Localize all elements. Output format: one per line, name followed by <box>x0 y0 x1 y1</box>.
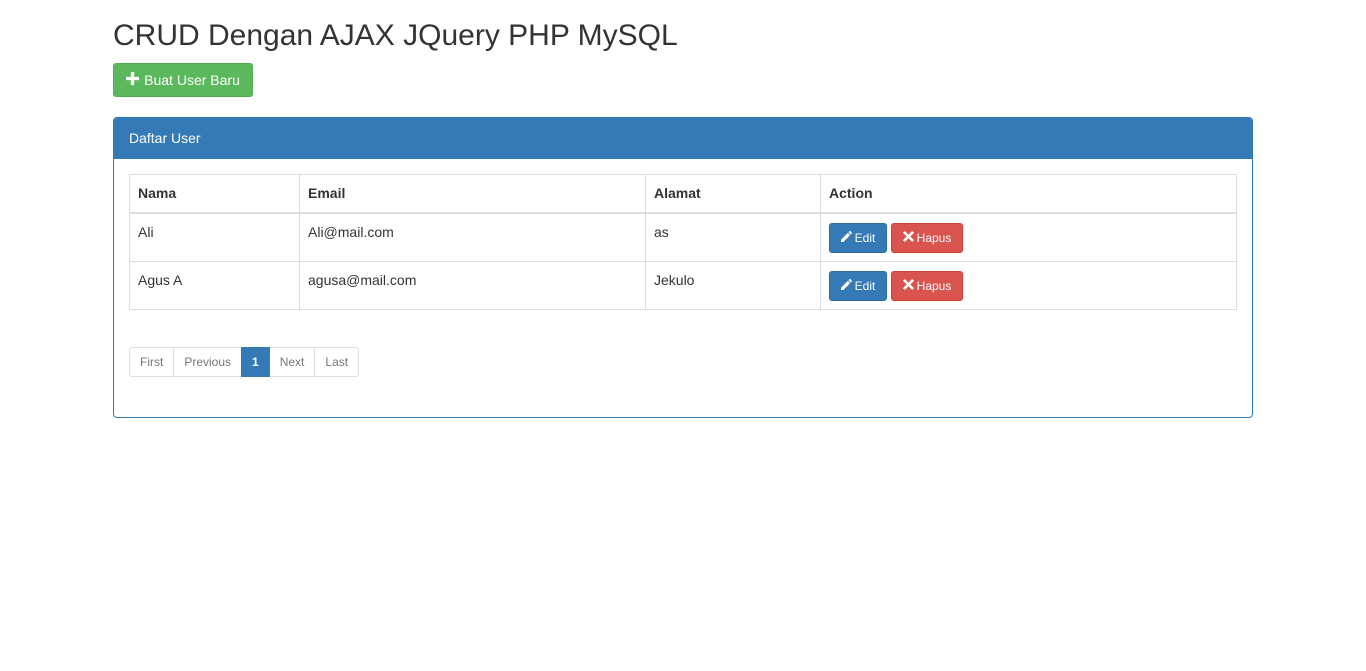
column-header-email: Email <box>299 174 646 214</box>
pagination-next[interactable]: Next <box>268 347 316 377</box>
plus-icon <box>126 72 140 88</box>
times-icon <box>902 278 914 293</box>
edit-label: Edit <box>854 278 876 293</box>
times-icon <box>902 230 914 245</box>
pencil-icon <box>840 230 852 245</box>
column-header-alamat: Alamat <box>645 174 821 214</box>
table-row: Ali Ali@mail.com as Edit Hapus <box>129 212 1237 262</box>
pagination: First Previous 1 Next Last <box>129 347 360 377</box>
delete-button[interactable]: Hapus <box>891 270 963 301</box>
delete-label: Hapus <box>916 278 952 293</box>
create-user-label: Buat User Baru <box>144 72 240 88</box>
pagination-page-1[interactable]: 1 <box>241 347 270 377</box>
column-header-action: Action <box>820 174 1237 214</box>
edit-button[interactable]: Edit <box>829 222 887 253</box>
cell-nama: Ali <box>129 212 300 262</box>
page-title: CRUD Dengan AJAX JQuery PHP MySQL <box>113 19 678 52</box>
table-header-row: Nama Email Alamat Action <box>129 174 1237 214</box>
edit-label: Edit <box>854 230 876 245</box>
delete-button[interactable]: Hapus <box>891 222 963 253</box>
cell-action: Edit Hapus <box>820 260 1237 310</box>
cell-alamat: Jekulo <box>645 260 821 310</box>
user-table: Nama Email Alamat Action Ali Ali@mail.co… <box>129 174 1237 310</box>
panel-heading: Daftar User <box>114 118 1252 159</box>
delete-label: Hapus <box>916 230 952 245</box>
cell-email: agusa@mail.com <box>299 260 646 310</box>
cell-nama: Agus A <box>129 260 300 310</box>
column-header-nama: Nama <box>129 174 300 214</box>
cell-action: Edit Hapus <box>820 212 1237 262</box>
cell-alamat: as <box>645 212 821 262</box>
pagination-last[interactable]: Last <box>314 347 360 377</box>
edit-button[interactable]: Edit <box>829 270 887 301</box>
pagination-previous[interactable]: Previous <box>173 347 243 377</box>
cell-email: Ali@mail.com <box>299 212 646 262</box>
user-list-panel: Daftar User Nama Email Alamat Action Ali… <box>113 117 1253 418</box>
pagination-first[interactable]: First <box>129 347 175 377</box>
pencil-icon <box>840 278 852 293</box>
table-row: Agus A agusa@mail.com Jekulo Edit Hapus <box>129 260 1237 310</box>
create-user-button[interactable]: Buat User Baru <box>113 63 253 97</box>
